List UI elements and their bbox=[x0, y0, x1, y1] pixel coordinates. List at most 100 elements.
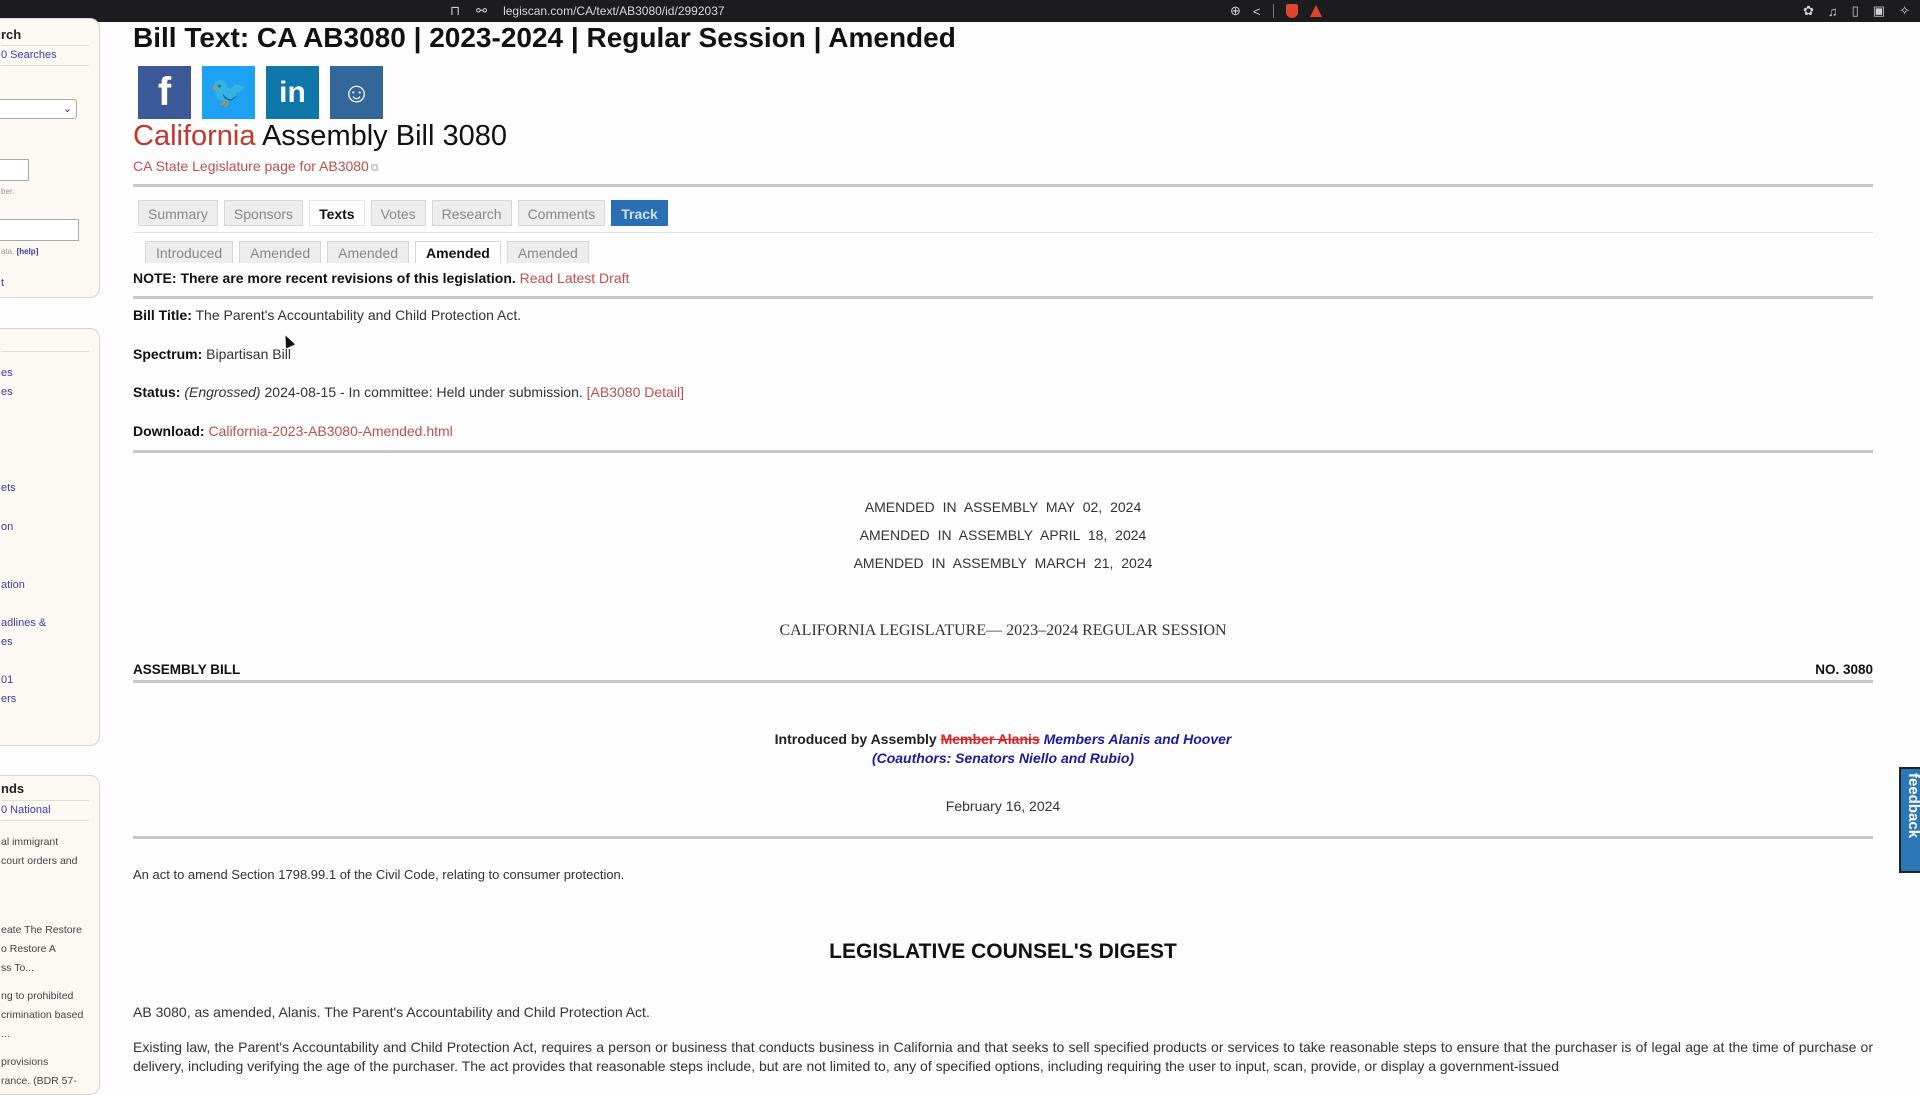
state-legislature-link[interactable]: CA State Legislature page for AB3080 ⧉ bbox=[133, 158, 379, 175]
trend-item[interactable]: ss To... bbox=[1, 962, 34, 974]
facebook-share-button[interactable]: f bbox=[138, 66, 191, 119]
brave-shield-icon[interactable] bbox=[1285, 4, 1298, 18]
trend-item[interactable]: al immigrant bbox=[1, 836, 58, 848]
feedback-tab[interactable]: feedback bbox=[1899, 767, 1920, 873]
bill-number-input[interactable] bbox=[0, 159, 29, 181]
sidebar-link[interactable]: ation bbox=[1, 579, 25, 591]
tab-summary[interactable]: Summary bbox=[138, 200, 218, 226]
url-text[interactable]: legiscan.com/CA/text/AB3080/id/2992037 bbox=[503, 4, 724, 18]
status-row: Status: (Engrossed) 2024-08-15 - In comm… bbox=[133, 384, 684, 400]
tab-votes[interactable]: Votes bbox=[370, 200, 426, 226]
sidebar-link[interactable]: es bbox=[1, 386, 13, 398]
state-name[interactable]: California bbox=[133, 120, 256, 152]
wallet-icon[interactable]: ▣ bbox=[1873, 3, 1885, 19]
version-tab-amended[interactable]: Amended bbox=[506, 241, 589, 263]
share-icon[interactable]: < bbox=[1253, 4, 1261, 19]
trend-item[interactable]: eate The Restore bbox=[1, 924, 82, 936]
sidebar-link[interactable]: ets bbox=[1, 482, 16, 494]
tab-research[interactable]: Research bbox=[431, 200, 512, 226]
download-link[interactable]: California-2023-AB3080-Amended.html bbox=[208, 423, 452, 439]
status-label: Status: bbox=[133, 384, 181, 400]
download-label: Download: bbox=[133, 423, 205, 439]
brave-rewards-icon[interactable] bbox=[1309, 5, 1322, 17]
zoom-icon[interactable]: ⊕ bbox=[1230, 3, 1241, 19]
tab-sponsors[interactable]: Sponsors bbox=[223, 200, 304, 226]
tab-texts[interactable]: Texts bbox=[309, 200, 365, 226]
download-row: Download: California-2023-AB3080-Amended… bbox=[133, 423, 453, 439]
trend-item[interactable]: rance. (BDR 57- bbox=[1, 1075, 77, 1087]
text-version-tabs: Introduced Amended Amended Amended Amend… bbox=[145, 241, 589, 263]
divider bbox=[133, 184, 1873, 187]
bill-title-value: The Parent's Accountability and Child Pr… bbox=[195, 307, 522, 323]
trend-item[interactable]: ... bbox=[1, 1028, 10, 1040]
divider bbox=[1, 45, 89, 46]
divider bbox=[1, 65, 89, 66]
version-tab-introduced[interactable]: Introduced bbox=[145, 241, 234, 263]
status-value: 2024-08-15 - In committee: Held under su… bbox=[264, 384, 583, 400]
bill-title-label: Bill Title: bbox=[133, 307, 192, 323]
linkedin-share-button[interactable]: in bbox=[266, 66, 319, 119]
site-settings-icon[interactable]: ⚯ bbox=[476, 0, 487, 22]
track-button[interactable]: Track bbox=[611, 200, 668, 226]
status-stage: (Engrossed) bbox=[184, 384, 261, 400]
search-hint: ata. bbox=[1, 247, 15, 256]
sidebar-search-link[interactable]: t bbox=[1, 277, 4, 289]
bill-title-row: Bill Title: The Parent's Accountability … bbox=[133, 307, 521, 323]
trend-item[interactable]: crimination based bbox=[1, 1009, 83, 1021]
bookmark-icon[interactable]: ⊓ bbox=[450, 0, 460, 22]
revision-note-text: NOTE: There are more recent revisions of… bbox=[133, 270, 516, 286]
search-box-title: rch bbox=[1, 27, 22, 42]
sidebar-link[interactable]: on bbox=[1, 521, 13, 533]
trend-item[interactable]: o Restore A bbox=[1, 943, 56, 955]
sidebar-link[interactable]: 01 bbox=[1, 674, 13, 686]
sidebar-link[interactable]: ers bbox=[1, 693, 16, 705]
leo-icon[interactable]: ✧ bbox=[1899, 3, 1910, 19]
revision-note: NOTE: There are more recent revisions of… bbox=[133, 270, 629, 286]
trend-item[interactable]: court orders and bbox=[1, 855, 77, 867]
version-tab-amended[interactable]: Amended bbox=[239, 241, 322, 263]
social-share-buttons: f 🐦 in ☺ bbox=[138, 66, 383, 119]
extensions-icon[interactable]: ✿ bbox=[1803, 3, 1814, 19]
saved-searches-link[interactable]: 0 Searches bbox=[1, 49, 57, 61]
state-select[interactable]: ⌄ bbox=[0, 99, 77, 119]
twitter-share-button[interactable]: 🐦 bbox=[202, 66, 255, 119]
reddit-icon: ☺ bbox=[342, 76, 371, 108]
address-bar[interactable]: ⊓ ⚯ legiscan.com/CA/text/AB3080/id/29920… bbox=[450, 0, 725, 22]
page-title: Bill Text: CA AB3080 | 2023-2024 | Regul… bbox=[133, 22, 956, 53]
read-latest-draft-link[interactable]: Read Latest Draft bbox=[520, 270, 630, 286]
browser-toolbar: ⊓ ⚯ legiscan.com/CA/text/AB3080/id/29920… bbox=[0, 0, 1920, 22]
full-text-search-input[interactable] bbox=[0, 219, 79, 241]
bill-detail-link[interactable]: [AB3080 Detail] bbox=[587, 384, 684, 400]
tab-comments[interactable]: Comments bbox=[517, 200, 606, 226]
bill-heading: California Assembly Bill 3080 bbox=[133, 120, 507, 153]
digest-paragraph: Existing law, the Parent's Accountabilit… bbox=[133, 1039, 1873, 1074]
trend-item[interactable]: ng to prohibited bbox=[1, 990, 73, 1002]
trend-item[interactable]: provisions bbox=[1, 1056, 48, 1068]
introduced-prefix: Introduced by Assembly bbox=[774, 731, 937, 747]
chevron-down-icon: ⌄ bbox=[62, 103, 72, 115]
session-heading: CALIFORNIA LEGISLATURE— 2023–2024 REGULA… bbox=[779, 622, 1227, 639]
twitter-icon: 🐦 bbox=[209, 76, 248, 109]
assembly-bill-label: ASSEMBLY BILL bbox=[133, 662, 241, 677]
version-tab-amended[interactable]: Amended bbox=[327, 241, 410, 263]
sidebar-link[interactable]: es bbox=[1, 636, 13, 648]
linkedin-icon: in bbox=[279, 75, 306, 109]
sidebar-icon[interactable]: ▯ bbox=[1852, 3, 1859, 19]
feedback-label: feedback bbox=[1905, 773, 1920, 839]
amendment-line: AMENDED IN ASSEMBLY MAY 02, 2024 bbox=[864, 499, 1142, 515]
digest-title: LEGISLATIVE COUNSEL'S DIGEST bbox=[829, 940, 1177, 963]
bill-tabs: Summary Sponsors Texts Votes Research Co… bbox=[138, 200, 668, 226]
sidebar-trends-box: nds 0 National al immigrant court orders… bbox=[0, 775, 100, 1095]
reddit-share-button[interactable]: ☺ bbox=[330, 66, 383, 119]
assembly-bill-row: ASSEMBLY BILL NO. 3080 bbox=[133, 662, 1873, 677]
media-icon[interactable]: ♫ bbox=[1828, 4, 1838, 19]
version-tab-amended-active[interactable]: Amended bbox=[415, 241, 501, 263]
bill-number-hint: ber. bbox=[1, 187, 15, 196]
trends-national-link[interactable]: 0 National bbox=[1, 804, 51, 816]
state-legislature-link-text: CA State Legislature page for AB3080 bbox=[133, 158, 369, 174]
sidebar-link[interactable]: adlines & bbox=[1, 617, 46, 629]
help-link[interactable]: [help] bbox=[17, 247, 39, 256]
inserted-authors: Members Alanis and Hoover bbox=[1043, 731, 1232, 747]
sidebar-link[interactable]: es bbox=[1, 367, 13, 379]
introduced-date: February 16, 2024 bbox=[945, 798, 1061, 814]
